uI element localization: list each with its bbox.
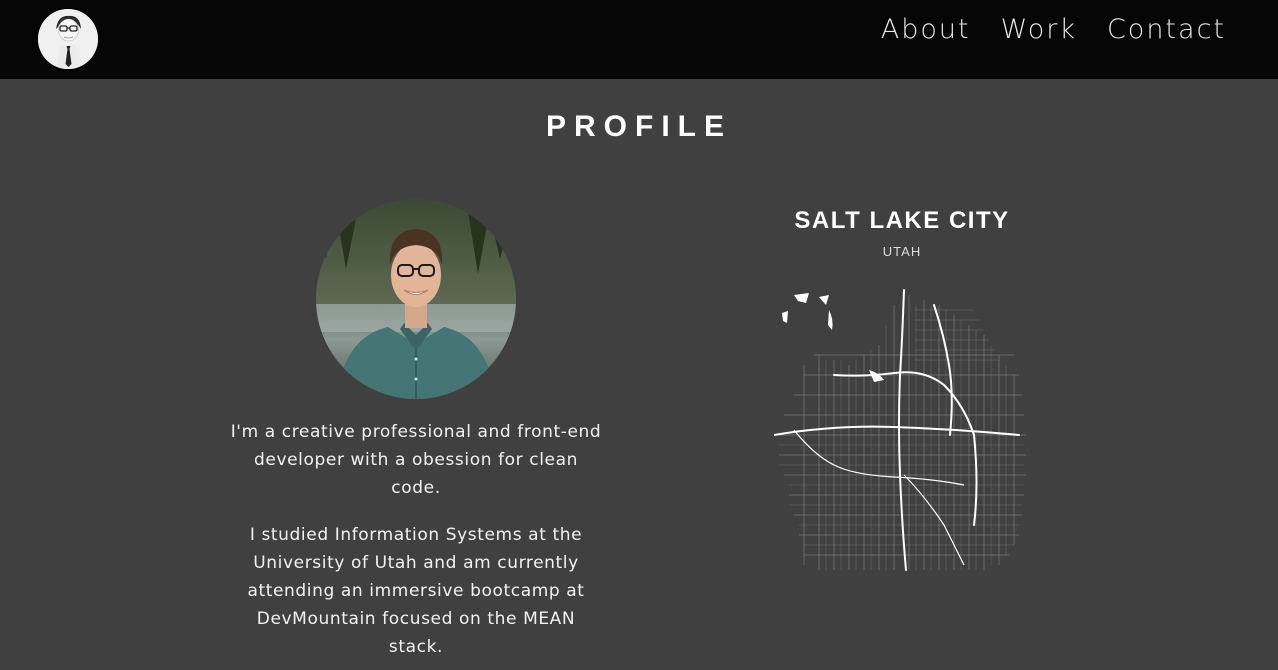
bio-text: I'm a creative professional and front-en… [228,418,604,670]
logo-avatar[interactable] [38,9,98,69]
logo-illustration [38,9,98,69]
map-subtitle: UTAH [882,244,922,259]
profile-photo-image [316,199,516,399]
section-title: PROFILE [545,110,732,143]
city-map-graphic [774,289,1026,571]
nav-link-work[interactable]: Work [1001,14,1077,45]
profile-photo [316,199,516,399]
map-title: SALT LAKE CITY [794,207,1010,234]
bio-paragraph: I studied Information Systems at the Uni… [247,525,585,657]
bio-paragraph: I'm a creative professional and front-en… [230,422,602,498]
nav-link-contact[interactable]: Contact [1107,14,1226,45]
main-nav: About Work Contact [881,14,1226,45]
navbar: About Work Contact [0,0,1278,79]
nav-link-about[interactable]: About [881,14,971,45]
